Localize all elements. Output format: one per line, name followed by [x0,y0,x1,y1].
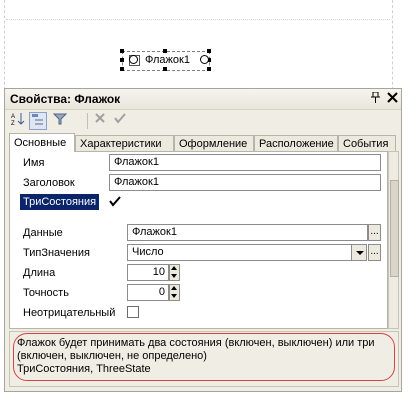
properties-window: Свойства: Флажок AZ Основные Характерист… [4,88,402,392]
property-row-caption[interactable]: Заголовок Флажок1 [10,174,387,193]
properties-tabs: Основные Характеристики Оформление Распо… [9,133,399,152]
close-icon[interactable] [387,90,398,106]
sort-alpha-icon[interactable]: AZ [9,112,27,130]
anchor-left-icon[interactable] [129,55,138,64]
data-select-button[interactable]: ... [368,224,381,241]
properties-panel: Имя Флажок1 Заголовок Флажок1 ТриСостоян… [9,151,388,329]
tab-layout[interactable]: Расположение [254,135,338,151]
anchor-right-icon[interactable] [200,55,209,64]
resize-handle-nw[interactable] [120,49,124,53]
property-row-nonnegative[interactable]: Неотрицательный [10,304,387,323]
property-row-length[interactable]: Длина 10 [10,264,387,283]
designer-margin-left [4,0,5,95]
resize-handle-ne[interactable] [207,49,211,53]
length-input[interactable]: 10 [127,264,169,281]
property-row-name[interactable]: Имя Флажок1 [10,154,387,173]
caption-field[interactable]: Флажок1 [109,174,381,191]
property-label: ТипЗначения [23,247,90,259]
resize-handle-n[interactable] [163,49,167,53]
length-stepper[interactable] [169,264,180,281]
chevron-down-icon[interactable] [351,244,367,261]
property-label: Точность [23,287,69,299]
property-label: Неотрицательный [23,307,116,319]
property-row-precision[interactable]: Точность 0 [10,284,387,303]
scrollbar-thumb[interactable] [390,180,399,277]
property-label: Имя [23,157,45,169]
filter-icon[interactable] [51,112,69,130]
name-field[interactable]: Флажок1 [109,154,381,171]
properties-scrollbar[interactable] [388,151,399,329]
resize-handle-w[interactable] [120,58,124,62]
data-field[interactable]: Флажок1 [127,224,368,241]
window-title: Свойства: Флажок [10,92,121,106]
categories-icon[interactable] [29,112,47,130]
toolbar-separator [87,113,88,129]
form-designer-area[interactable]: Флажок1 [0,0,403,95]
tab-characteristics[interactable]: Характеристики [75,135,174,151]
tab-appearance[interactable]: Оформление [174,135,254,151]
resize-handle-se[interactable] [207,67,211,71]
description-line: Флажок будет принимать два состояния (вк… [17,337,375,349]
property-label: Заголовок [23,177,75,189]
property-row-tristate[interactable]: ТриСостояния [10,194,387,213]
checkmark-icon [109,196,121,207]
designer-margin-top [6,19,390,20]
description-line: (включен, выключен, не определено) [17,350,207,362]
property-row-value-type[interactable]: ТипЗначения Число ... [10,244,387,263]
svg-text:Z: Z [11,121,15,126]
svg-text:A: A [11,114,15,120]
pin-icon[interactable] [371,91,380,106]
designer-margin-right [392,0,393,95]
properties-titlebar[interactable]: Свойства: Флажок [5,89,401,110]
property-row-data[interactable]: Данные Флажок1 ... [10,224,387,243]
tab-events[interactable]: События [338,135,396,151]
property-description: Флажок будет принимать два состояния (вк… [9,331,399,387]
value-type-select[interactable]: Число [127,244,365,261]
resize-handle-s[interactable] [163,67,167,71]
precision-input[interactable]: 0 [127,284,169,301]
tristate-checkbox[interactable] [109,195,121,210]
description-property-name: ТриСостояния, ThreeState [17,363,151,375]
property-label-selected: ТриСостояния [20,194,100,210]
precision-stepper[interactable] [169,284,180,301]
checkbox-control-label: Флажок1 [145,54,190,66]
value-type-select-button[interactable]: ... [368,244,381,261]
apply-icon[interactable] [111,112,129,130]
property-label: Данные [23,227,63,239]
nonnegative-checkbox[interactable] [127,306,139,318]
cancel-icon[interactable] [91,112,109,130]
property-label: Длина [23,267,56,279]
tab-main[interactable]: Основные [9,133,75,152]
properties-toolbar: AZ [5,110,401,132]
resize-handle-sw[interactable] [120,67,124,71]
